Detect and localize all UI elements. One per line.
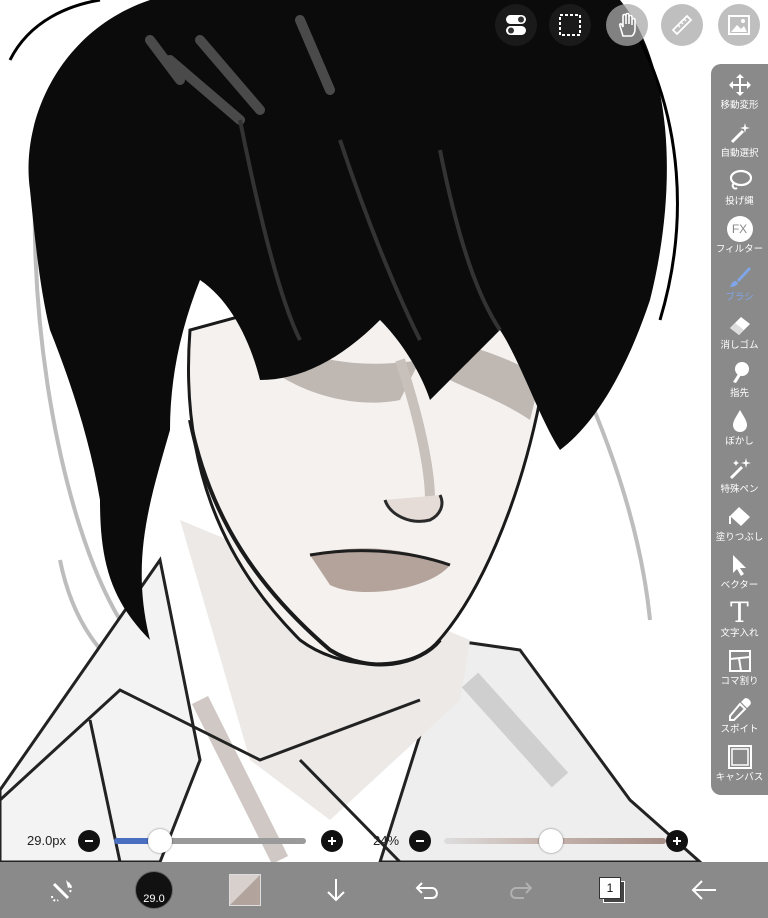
color-swatch bbox=[229, 874, 261, 906]
tool-label: キャンバス bbox=[715, 772, 764, 783]
eyedropper-icon bbox=[728, 698, 751, 721]
eraser-icon bbox=[729, 317, 750, 335]
bottom-toolbar: 29.0 1 bbox=[0, 862, 768, 918]
tool-label: スポイト bbox=[720, 724, 759, 735]
brush-size-badge: 29.0 bbox=[143, 893, 165, 905]
undo-icon bbox=[415, 882, 438, 899]
tool-label: ブラシ bbox=[725, 292, 754, 303]
tool-label: フィルター bbox=[715, 244, 764, 255]
tool-blur[interactable]: ぼかし bbox=[711, 406, 768, 454]
tool-canvas[interactable]: キャンバス bbox=[711, 742, 768, 790]
brush-stabilizer-icon bbox=[51, 880, 72, 902]
tool-finger[interactable]: 指先 bbox=[711, 358, 768, 406]
hand-icon[interactable] bbox=[606, 4, 648, 46]
blur-icon bbox=[732, 410, 747, 432]
tool-filter[interactable]: FX フィルター bbox=[711, 214, 768, 262]
plus-icon bbox=[673, 837, 681, 845]
tool-label: 自動選択 bbox=[720, 148, 759, 159]
tool-label: 移動変形 bbox=[720, 100, 759, 111]
brush-size-value: 29.0px bbox=[27, 833, 67, 848]
fx-icon-text: FX bbox=[731, 222, 748, 236]
tool-frame-divider[interactable]: コマ割り bbox=[711, 646, 768, 694]
tool-brush[interactable]: ブラシ bbox=[711, 262, 768, 310]
arrow-down-icon bbox=[327, 879, 345, 902]
plus-icon bbox=[328, 837, 336, 845]
redo-button[interactable] bbox=[490, 862, 550, 918]
color-swatch-button[interactable] bbox=[215, 862, 275, 918]
fill-icon bbox=[728, 507, 750, 526]
brush-settings-bar: 29.0px 24% bbox=[0, 820, 768, 862]
brush-size-slider-thumb[interactable] bbox=[148, 829, 173, 853]
tool-label: 文字入れ bbox=[720, 628, 759, 639]
opacity-increase-button[interactable] bbox=[666, 830, 688, 852]
tool-auto-select[interactable]: 自動選択 bbox=[711, 118, 768, 166]
back-button[interactable] bbox=[674, 862, 734, 918]
move-icon bbox=[728, 74, 751, 96]
canvas-icon bbox=[727, 745, 752, 769]
finger-icon bbox=[732, 362, 749, 383]
brush-preview-button[interactable]: 29.0 bbox=[124, 862, 184, 918]
arrow-left-icon bbox=[691, 880, 716, 900]
tool-eyedropper[interactable]: スポイト bbox=[711, 694, 768, 742]
tool-move-transform[interactable]: 移動変形 bbox=[711, 70, 768, 118]
tool-label: 特殊ペン bbox=[720, 484, 759, 495]
opacity-slider-thumb[interactable] bbox=[538, 829, 563, 853]
frame-divider-icon bbox=[728, 650, 751, 672]
undo-button[interactable] bbox=[398, 862, 458, 918]
tool-lasso[interactable]: 投げ縄 bbox=[711, 166, 768, 214]
text-icon: T bbox=[730, 596, 749, 629]
artwork-illustration bbox=[0, 0, 768, 862]
layers-icon: 1 bbox=[597, 875, 627, 905]
tool-palette: 移動変形 自動選択 投げ縄 FX フィルター ブラシ 消しゴム 指先 ぼかし 特… bbox=[711, 64, 768, 795]
selection-icon[interactable] bbox=[549, 4, 591, 46]
tool-fill[interactable]: 塗りつぶし bbox=[711, 502, 768, 550]
toggle-icon[interactable] bbox=[495, 4, 537, 46]
drawing-canvas[interactable] bbox=[0, 0, 768, 862]
tool-text[interactable]: T 文字入れ bbox=[711, 598, 768, 646]
tool-label: 塗りつぶし bbox=[715, 532, 764, 543]
tool-label: ベクター bbox=[720, 580, 759, 591]
opacity-decrease-button[interactable] bbox=[409, 830, 431, 852]
brush-size-decrease-button[interactable] bbox=[78, 830, 100, 852]
brush-size-increase-button[interactable] bbox=[321, 830, 343, 852]
vector-icon bbox=[732, 555, 746, 576]
minus-icon bbox=[85, 840, 93, 842]
layer-count: 1 bbox=[606, 881, 614, 895]
magic-wand-icon bbox=[730, 123, 750, 144]
ruler-icon[interactable] bbox=[661, 4, 703, 46]
tool-label: コマ割り bbox=[720, 676, 759, 687]
special-pen-icon bbox=[729, 458, 751, 480]
tool-label: ぼかし bbox=[725, 436, 754, 447]
lasso-icon bbox=[729, 169, 752, 190]
tool-label: 消しゴム bbox=[720, 340, 759, 351]
fx-icon: FX bbox=[726, 216, 753, 242]
brush-stabilizer-button[interactable] bbox=[32, 862, 92, 918]
tool-eraser[interactable]: 消しゴム bbox=[711, 310, 768, 358]
minus-icon bbox=[416, 840, 424, 842]
tool-special-pen[interactable]: 特殊ペン bbox=[711, 454, 768, 502]
tool-vector[interactable]: ベクター bbox=[711, 550, 768, 598]
opacity-value: 24% bbox=[373, 833, 400, 848]
redo-icon bbox=[510, 882, 533, 899]
layers-button[interactable]: 1 bbox=[582, 862, 642, 918]
image-icon[interactable] bbox=[718, 4, 760, 46]
tool-label: 指先 bbox=[729, 388, 749, 399]
download-button[interactable] bbox=[306, 862, 366, 918]
tool-label: 投げ縄 bbox=[725, 196, 754, 207]
brush-icon bbox=[729, 267, 751, 287]
